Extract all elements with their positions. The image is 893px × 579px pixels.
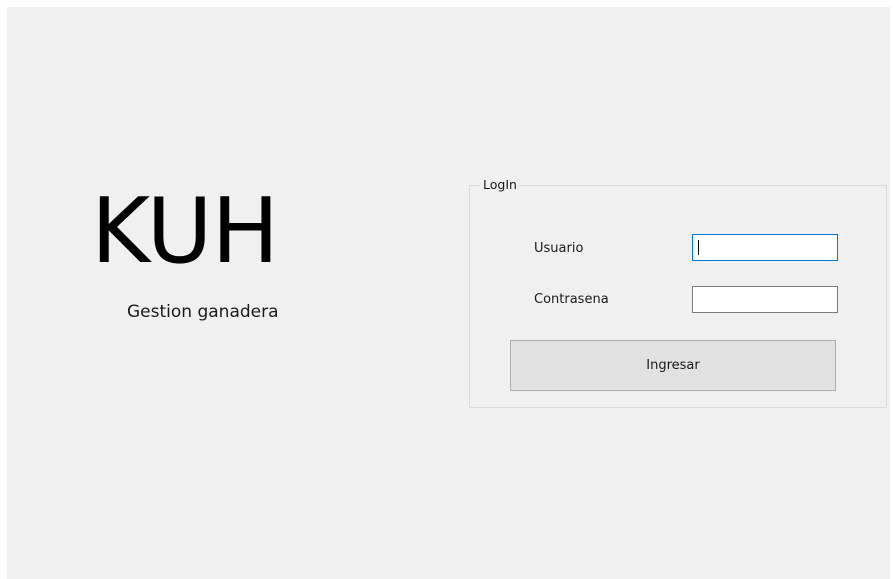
login-groupbox: LogIn Usuario Contrasena Ingresar xyxy=(469,177,887,408)
login-window: KUH Gestion ganadera LogIn Usuario Contr… xyxy=(7,7,890,579)
password-label: Contrasena xyxy=(534,292,609,307)
login-submit-label: Ingresar xyxy=(646,358,700,373)
app-logo-title: KUH xyxy=(91,179,279,284)
login-groupbox-legend: LogIn xyxy=(480,177,520,193)
login-submit-button[interactable]: Ingresar xyxy=(510,340,836,391)
password-field[interactable] xyxy=(692,286,838,313)
username-field[interactable] xyxy=(692,234,838,261)
text-caret xyxy=(698,240,699,255)
username-label: Usuario xyxy=(534,241,584,256)
app-subtitle: Gestion ganadera xyxy=(127,302,279,322)
